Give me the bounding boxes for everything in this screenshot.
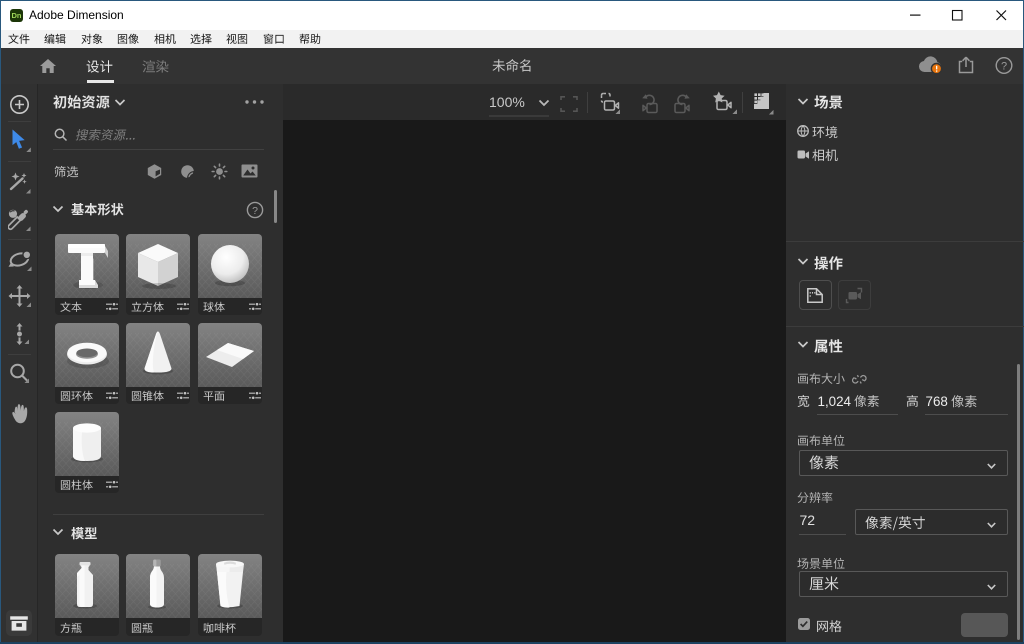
svg-text:?: ? [252, 205, 258, 217]
svg-text:?: ? [1001, 60, 1007, 72]
